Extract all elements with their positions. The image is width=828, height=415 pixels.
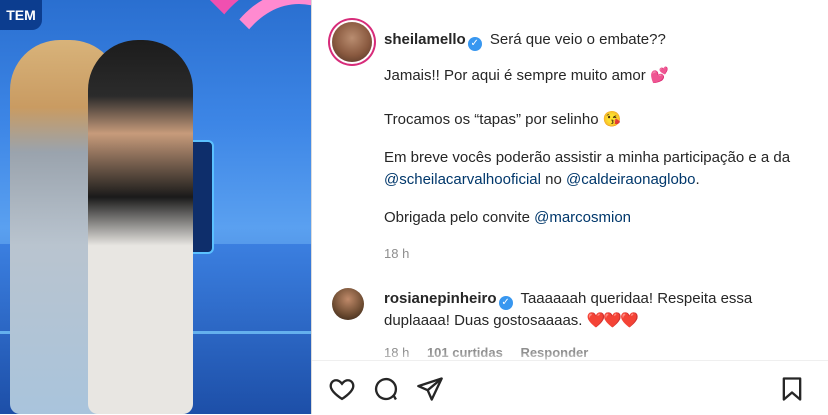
caption-line-4: Em breve vocês poderão assistir a minha … [384, 149, 791, 166]
commenter-avatar[interactable] [332, 288, 364, 320]
author-username[interactable]: sheilamello [384, 31, 466, 48]
caption-paragraph-4: Em breve vocês poderão assistir a minha … [384, 148, 790, 168]
action-bar [312, 360, 828, 415]
caption-first-line: sheilamello ✓ Será que veio o embate?? [384, 30, 666, 51]
caption-paragraph-2: Jamais!! Por aqui é sempre muito amor 💕 [384, 66, 669, 86]
mention-marcosmion[interactable]: @marcosmion [534, 209, 631, 226]
caption-line-5: Obrigada pelo convite [384, 209, 530, 226]
person-right [88, 40, 193, 414]
commenter-username[interactable]: rosianepinheiro [384, 290, 497, 307]
post-timestamp[interactable]: 18 h [384, 246, 409, 261]
caption-connector: no [545, 171, 562, 188]
caption-paragraph-4b: @scheilacarvalhooficial no @caldeiraonag… [384, 170, 700, 190]
show-logo: TEM [0, 0, 42, 30]
bookmark-icon[interactable] [778, 375, 806, 403]
author-avatar[interactable] [332, 22, 372, 62]
verified-badge-icon: ✓ [467, 37, 482, 51]
caption-paragraph-5: Obrigada pelo convite @marcosmion [384, 208, 631, 228]
mention-caldeirao[interactable]: @caldeiraonaglobo [566, 171, 696, 188]
caption-line-2: Jamais!! Por aqui é sempre muito amor [384, 67, 646, 84]
mention-scheila[interactable]: @scheilacarvalhooficial [384, 171, 541, 188]
post-photo[interactable]: TEM [0, 0, 311, 414]
caption-line-3: Trocamos os “tapas” por selinho [384, 111, 599, 128]
hearts-emoji: ❤️❤️❤️ [586, 312, 639, 329]
caption-line-1: Será que veio o embate?? [489, 31, 666, 48]
comment-bubble-icon[interactable] [372, 375, 400, 403]
post-details: sheilamello ✓ Será que veio o embate?? Ja… [312, 0, 828, 415]
two-hearts-emoji: 💕 [649, 67, 669, 84]
heart-outline-icon[interactable] [328, 375, 356, 403]
paper-plane-icon[interactable] [416, 375, 444, 403]
kiss-emoji: 😘 [602, 111, 622, 128]
verified-badge-icon: ✓ [498, 296, 513, 310]
caption-paragraph-3: Trocamos os “tapas” por selinho 😘 [384, 110, 621, 130]
caption-period: . [695, 171, 700, 188]
comment: rosianepinheiro ✓ Taaaaaah queridaa! Resp… [384, 288, 804, 332]
